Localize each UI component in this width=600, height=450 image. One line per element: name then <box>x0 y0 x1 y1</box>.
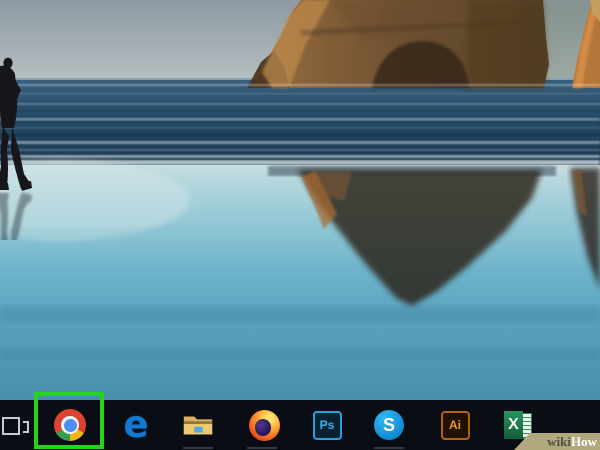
edge-icon: e <box>123 403 149 446</box>
running-indicator-skype <box>374 447 404 449</box>
firefox-icon <box>248 409 280 441</box>
firefox-icon-core <box>254 419 271 437</box>
running-indicator-firefox <box>247 447 277 449</box>
wikihow-watermark-wiki: wiki <box>547 434 571 449</box>
photoshop-icon: Ps <box>312 410 342 440</box>
taskbar-illustrator-button[interactable]: Ai <box>437 407 473 443</box>
taskbar-firefox-button[interactable] <box>246 407 282 443</box>
illustrator-icon: Ai <box>440 410 470 440</box>
skype-icon: S <box>374 410 404 440</box>
rock-formation-main <box>247 0 549 88</box>
folder-icon <box>183 416 213 435</box>
wallpaper-beach-scene <box>0 0 600 400</box>
excel-icon-x: X <box>504 411 523 439</box>
taskbar-skype-button[interactable]: S <box>371 407 407 443</box>
desktop: e Ps S Ai X wiki How <box>0 0 600 450</box>
chrome-highlight-box <box>34 392 104 449</box>
taskbar-edge-button[interactable]: e <box>118 403 154 446</box>
task-view-icon <box>2 417 20 435</box>
task-view-icon-tab <box>23 421 29 433</box>
wikihow-watermark-how: How <box>571 434 597 449</box>
running-indicator-file-explorer <box>183 447 213 449</box>
taskbar-file-explorer-button[interactable] <box>180 407 216 443</box>
taskbar-photoshop-button[interactable]: Ps <box>309 407 345 443</box>
